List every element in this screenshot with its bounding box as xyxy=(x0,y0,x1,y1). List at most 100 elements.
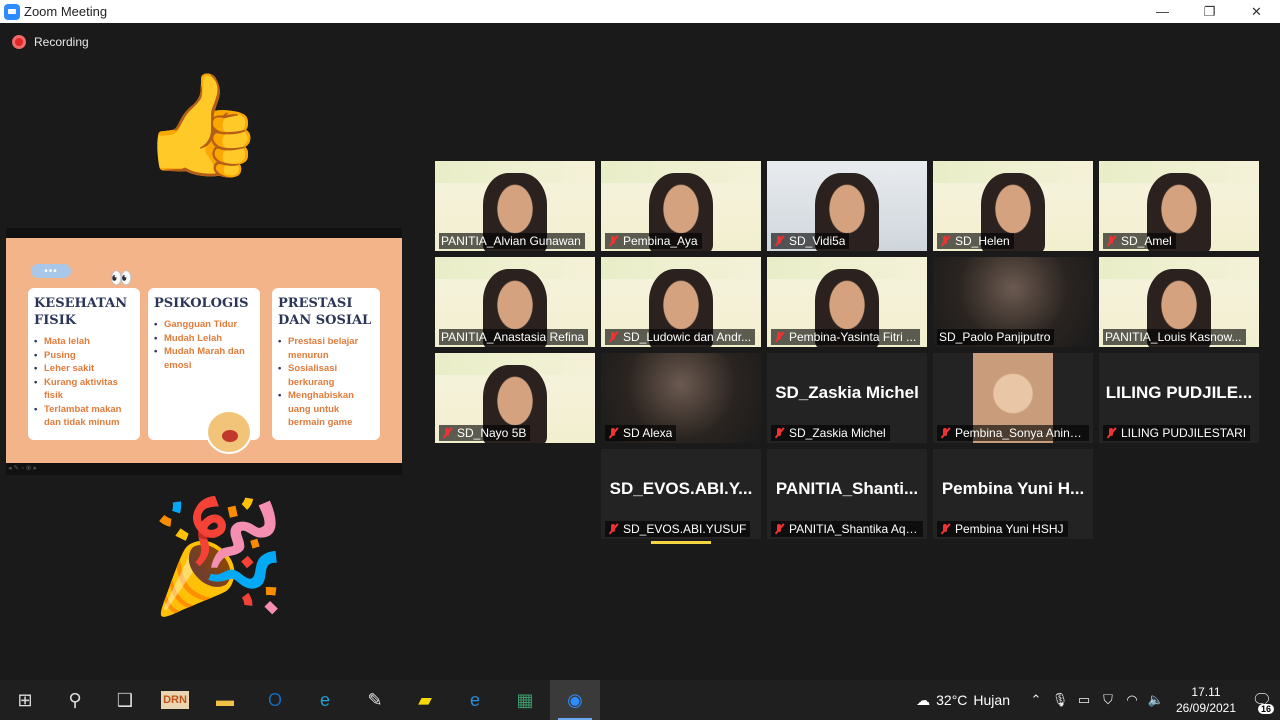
participant-name: PANITIA_Alvian Gunawan xyxy=(441,234,581,248)
card-list: Gangguan Tidur Mudah Lelah Mudah Marah d… xyxy=(154,318,254,372)
participant-nameplate: Pembina_Aya xyxy=(605,233,702,249)
shield-icon[interactable]: ⛉ xyxy=(1096,692,1120,708)
mic-muted-icon xyxy=(1105,427,1117,439)
participant-nameplate: SD_Nayo 5B xyxy=(439,425,531,441)
drn-app-glyph: DRN xyxy=(161,691,189,709)
participant-tile[interactable]: SD_Vidi5a xyxy=(767,161,927,251)
card-title: PSIKOLOGIS xyxy=(154,296,249,311)
participant-display-name: SD_Zaskia Michel xyxy=(775,383,919,402)
mic-muted-icon xyxy=(939,523,951,535)
participant-tile[interactable]: PANITIA_Shanti... PANITIA_Shantika Aqill.… xyxy=(767,449,927,539)
mic-muted-icon xyxy=(607,331,619,343)
sticky-notes-icon[interactable]: ▰ xyxy=(400,680,450,720)
participant-tile[interactable]: PANITIA_Louis Kasnow... xyxy=(1099,257,1259,347)
slide-toolbar[interactable]: ◂ ✎ ▫ ⊕ ▸ xyxy=(8,464,37,472)
participant-tile[interactable]: SD_Nayo 5B xyxy=(435,353,595,443)
participant-nameplate: PANITIA_Shantika Aqill... xyxy=(771,521,923,537)
task-view-icon[interactable]: ❑ xyxy=(100,680,150,720)
participant-nameplate: SD_EVOS.ABI.YUSUF xyxy=(605,521,751,537)
surprised-face-illustration xyxy=(206,410,252,454)
edge-icon[interactable]: e xyxy=(300,680,350,720)
mic-muted-icon xyxy=(773,331,785,343)
list-item: Gangguan Tidur xyxy=(154,318,254,332)
zoom-icon[interactable]: ◉ xyxy=(550,680,600,720)
participant-name: SD_Vidi5a xyxy=(789,234,846,248)
edge-glyph: e xyxy=(319,689,330,710)
speaker-icon[interactable]: 🔈 xyxy=(1144,692,1168,708)
meeting-area: Recording 👍 🎉 ••• 👀 KESEHATAN FISIK Mata… xyxy=(0,23,1280,680)
maximize-button[interactable]: ❐ xyxy=(1186,0,1233,23)
participant-nameplate: Pembina Yuni HSHJ xyxy=(937,521,1068,537)
paint-glyph: ✎ xyxy=(367,689,383,710)
sticky-notes-glyph: ▰ xyxy=(418,689,432,710)
participant-nameplate: SD_Zaskia Michel xyxy=(771,425,890,441)
list-item: Pusing xyxy=(34,349,134,363)
card-title: FISIK xyxy=(34,313,77,328)
participant-tile[interactable]: SD_Zaskia Michel SD_Zaskia Michel xyxy=(767,353,927,443)
mic-muted-icon xyxy=(607,523,619,535)
matrix-app-icon[interactable]: ▦ xyxy=(500,680,550,720)
zoom-glyph: ◉ xyxy=(567,689,583,710)
participant-tile[interactable]: Pembina_Sonya Anind... xyxy=(933,353,1093,443)
taskbar: ⊞ ⚲ ❑ DRN ▬ Oe ✎ ▰ e ▦ ◉ ☁ 32°C Hujan ⌃ 🎙 ▭ ⛉ ◠ 🔈 … xyxy=(0,680,1280,720)
clock[interactable]: 17.11 26/09/2021 xyxy=(1168,684,1244,716)
start-icon[interactable]: ⊞ xyxy=(0,680,50,720)
card-title: PRESTASI xyxy=(278,296,353,311)
internet-explorer-icon[interactable]: e xyxy=(450,680,500,720)
drn-app-icon[interactable]: DRN xyxy=(150,680,200,720)
participant-nameplate: SD_Ludowic dan Andr... xyxy=(605,329,756,345)
participant-tile[interactable]: Pembina_Aya xyxy=(601,161,761,251)
participant-tile[interactable]: SD_Paolo Panjiputro xyxy=(933,257,1093,347)
card-prestasi: PRESTASI DAN SOSIAL Prestasi belajar men… xyxy=(272,288,380,440)
search-glyph: ⚲ xyxy=(68,689,82,710)
participant-nameplate: SD_Helen xyxy=(937,233,1014,249)
minimize-button[interactable]: — xyxy=(1139,0,1186,23)
participant-display-name: SD_EVOS.ABI.Y... xyxy=(609,479,753,498)
wifi-icon[interactable]: ◠ xyxy=(1120,692,1144,708)
chevron-up-icon[interactable]: ⌃ xyxy=(1024,692,1048,708)
participant-tile[interactable]: SD_EVOS.ABI.Y... SD_EVOS.ABI.YUSUF xyxy=(601,449,761,539)
search-icon[interactable]: ⚲ xyxy=(50,680,100,720)
recording-indicator[interactable]: Recording xyxy=(12,35,89,49)
participant-name: SD_Zaskia Michel xyxy=(789,426,886,440)
participant-nameplate: SD Alexa xyxy=(605,425,677,441)
weather-icon[interactable]: ☁ xyxy=(916,692,930,709)
participant-tile[interactable]: PANITIA_Alvian Gunawan xyxy=(435,161,595,251)
participant-tile[interactable]: PANITIA_Anastasia Refina xyxy=(435,257,595,347)
participant-tile[interactable]: LILING PUDJILE... LILING PUDJILESTARI xyxy=(1099,353,1259,443)
outlook-icon[interactable]: O xyxy=(250,680,300,720)
participant-name: Pembina-Yasinta Fitri ... xyxy=(789,330,917,344)
mic-muted-icon xyxy=(773,235,785,247)
participant-tile[interactable]: SD_Ludowic dan Andr... xyxy=(601,257,761,347)
mic-muted-icon xyxy=(773,427,785,439)
microphone-icon[interactable]: 🎙 xyxy=(1048,692,1072,708)
close-button[interactable]: ✕ xyxy=(1233,0,1280,23)
participant-tile[interactable]: SD_Helen xyxy=(933,161,1093,251)
participant-tile[interactable]: Pembina-Yasinta Fitri ... xyxy=(767,257,927,347)
participant-name: PANITIA_Shantika Aqill... xyxy=(789,522,919,536)
paint-icon[interactable]: ✎ xyxy=(350,680,400,720)
participant-name: PANITIA_Louis Kasnow... xyxy=(1105,330,1242,344)
file-explorer-icon[interactable]: ▬ xyxy=(200,680,250,720)
participant-tile[interactable]: SD Alexa xyxy=(601,353,761,443)
mic-muted-icon xyxy=(1105,235,1117,247)
participant-name: SD_Nayo 5B xyxy=(457,426,527,440)
list-item: Sosialisasi berkurang xyxy=(278,362,374,389)
list-item: Prestasi belajar menurun xyxy=(278,335,374,362)
mic-muted-icon xyxy=(607,427,619,439)
list-item: Mudah Marah dan emosi xyxy=(154,345,254,372)
mic-muted-icon xyxy=(773,523,785,535)
matrix-app-glyph: ▦ xyxy=(516,689,534,710)
shared-screen[interactable]: ••• 👀 KESEHATAN FISIK Mata lelah Pusing … xyxy=(6,228,402,475)
notification-button[interactable]: 🗨 16 xyxy=(1244,680,1280,720)
card-title: DAN SOSIAL xyxy=(278,313,372,328)
weather-temp[interactable]: 32°C xyxy=(936,692,967,708)
window-title: Zoom Meeting xyxy=(24,4,108,19)
participant-tile[interactable]: SD_Amel xyxy=(1099,161,1259,251)
list-item: Menghabiskan uang untuk bermain game xyxy=(278,389,374,430)
weather-condition[interactable]: Hujan xyxy=(973,692,1010,708)
participant-tile[interactable]: Pembina Yuni H... Pembina Yuni HSHJ xyxy=(933,449,1093,539)
participant-nameplate: PANITIA_Alvian Gunawan xyxy=(439,233,585,249)
battery-icon[interactable]: ▭ xyxy=(1072,692,1096,708)
eyes-icon: 👀 xyxy=(110,268,133,288)
